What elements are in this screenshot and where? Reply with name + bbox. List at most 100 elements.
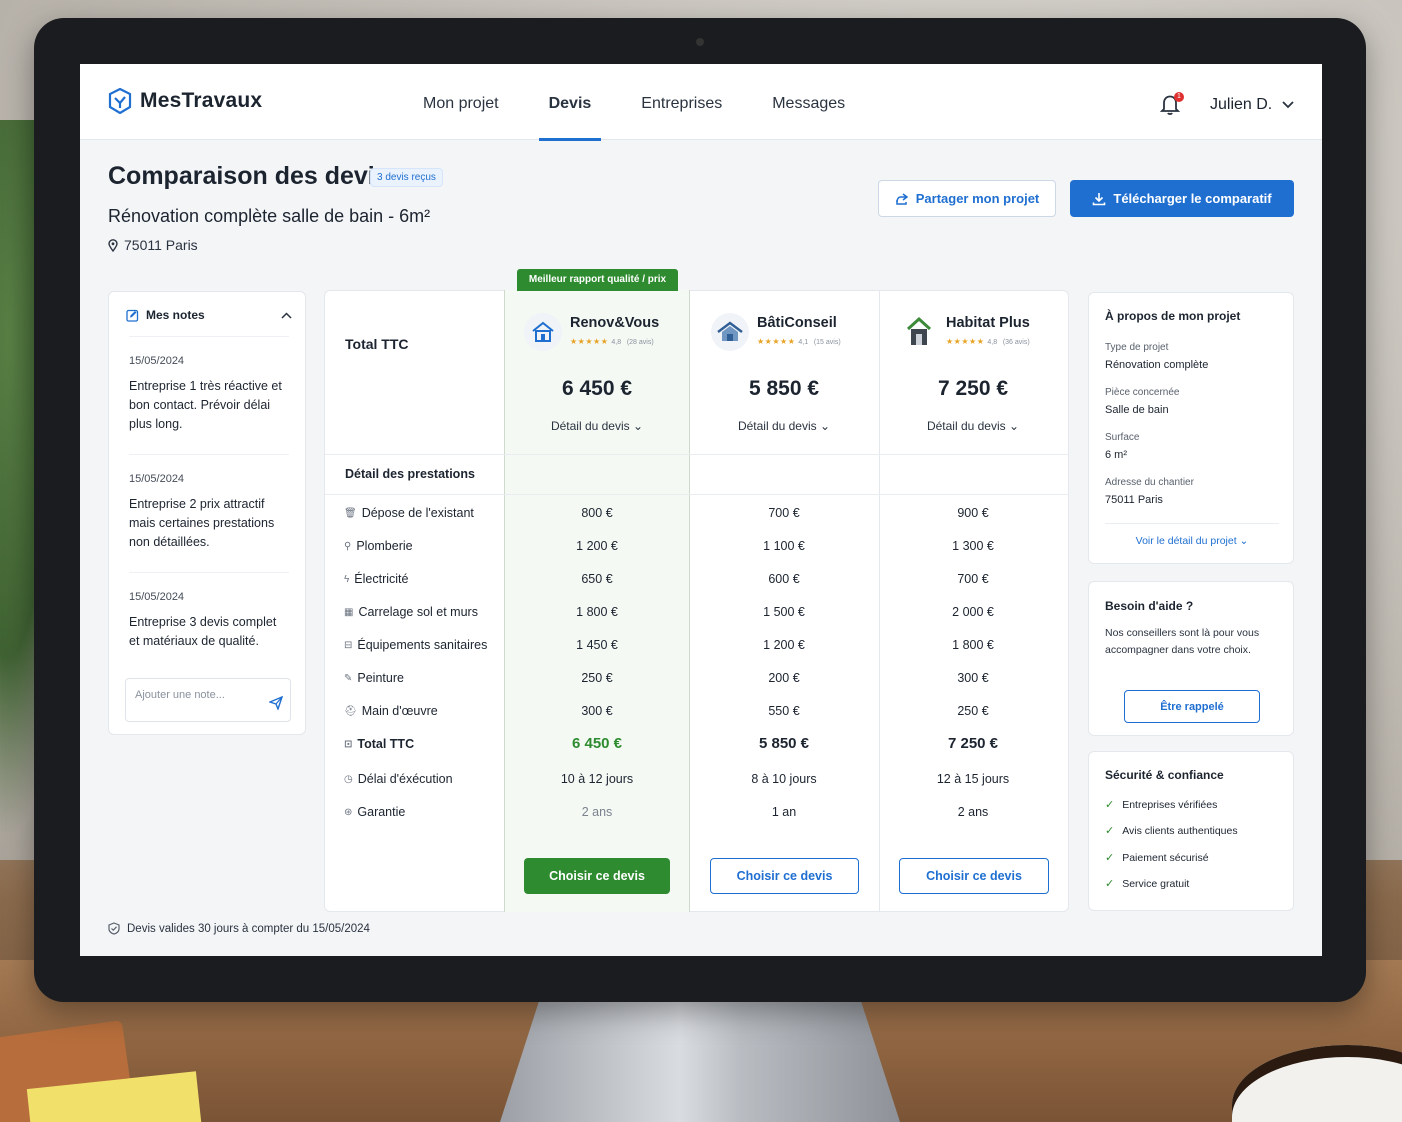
row-label: ✎ Peinture <box>344 671 404 685</box>
star-rating: ★★★★★ 4,8 (28 avis) <box>570 337 654 346</box>
star-rating: ★★★★★ 4,1 (15 avis) <box>757 337 841 346</box>
project-info-title: À propos de mon projet <box>1105 309 1241 323</box>
quote-detail-link[interactable]: Détail du devis ⌄ <box>691 419 877 433</box>
detail-link-label: Détail du devis <box>926 419 1006 433</box>
check-icon: ✓ <box>1105 825 1115 837</box>
validity-note: Devis valides 30 jours à compter du 15/0… <box>108 922 370 935</box>
detail-link-label: Détail du devis <box>550 419 630 433</box>
best-value-tag: Meilleur rapport qualité / prix <box>517 269 678 291</box>
price-cell: 200 € <box>768 671 800 685</box>
check-icon: ✓ <box>1105 878 1115 890</box>
price-cell: 900 € <box>957 506 989 520</box>
price-cell: 1 800 € <box>576 605 618 619</box>
review-count: (15 avis) <box>813 339 841 346</box>
row-label-text: Dépose de l'existant <box>361 506 474 520</box>
shield-icon: ⊛ <box>344 806 353 818</box>
callback-button[interactable]: Être rappelé <box>1124 690 1260 723</box>
services-detail-header: Détail des prestations <box>345 467 475 481</box>
row-label-text: Total TTC <box>357 737 415 751</box>
price-cell: 10 à 12 jours <box>560 772 634 786</box>
row-label-text: Délai d'éxécution <box>357 772 453 786</box>
chevron-down-icon: ⌄ <box>820 419 831 433</box>
vendor-name: Habitat Plus <box>946 315 1030 331</box>
row-divider <box>325 494 1069 495</box>
price-cell: 700 € <box>768 506 800 520</box>
price-cell: 650 € <box>581 572 613 586</box>
price-cell: 300 € <box>581 704 613 718</box>
trust-item: ✓ Entreprises vérifiées <box>1105 798 1217 812</box>
price-cell: 1 300 € <box>952 539 994 553</box>
price-cell: 1 200 € <box>763 638 805 652</box>
help-title: Besoin d'aide ? <box>1105 599 1194 613</box>
trust-item-label: Avis clients authentiques <box>1122 824 1238 837</box>
price-cell: 700 € <box>957 572 989 586</box>
field-value: Rénovation complète <box>1105 359 1209 371</box>
review-count: (28 avis) <box>626 339 654 346</box>
total-ttc-header: Total TTC <box>345 336 409 352</box>
row-label: ϟ Électricité <box>344 572 408 586</box>
price-cell: 1 500 € <box>763 605 805 619</box>
field-label: Surface <box>1105 432 1140 443</box>
price-cell: 300 € <box>957 671 989 685</box>
price-cell: 1 an <box>771 805 797 819</box>
price-cell: 250 € <box>957 704 989 718</box>
chevron-down-icon: ⌄ <box>1009 419 1020 433</box>
trust-item-label: Paiement sécurisé <box>1122 851 1209 864</box>
project-detail-label: Voir le détail du projet <box>1135 535 1237 547</box>
shield-check-icon <box>108 922 120 935</box>
validity-text: Devis valides 30 jours à compter du 15/0… <box>127 922 370 935</box>
trust-item: ✓ Paiement sécurisé <box>1105 851 1209 865</box>
worker-icon: ⛑ <box>344 705 357 717</box>
house-logo-icon <box>900 313 938 351</box>
vendor-price: 7 250 € <box>937 377 1009 400</box>
price-cell: 7 250 € <box>947 735 999 752</box>
price-cell: 8 à 10 jours <box>751 772 817 786</box>
row-label-text: Garantie <box>357 805 406 819</box>
vendor-price: 5 850 € <box>748 377 820 400</box>
rating-value: 4,8 <box>987 339 998 346</box>
price-cell: 250 € <box>581 671 613 685</box>
choose-quote-button-baticonseil[interactable]: Choisir ce devis <box>710 858 859 894</box>
price-cell: 550 € <box>768 704 800 718</box>
row-label-text: Carrelage sol et murs <box>358 605 478 619</box>
pipe-icon: ⚲ <box>344 540 352 552</box>
row-label: ⛑ Main d'œuvre <box>344 704 438 718</box>
field-label: Adresse du chantier <box>1105 477 1194 488</box>
row-label-text: Main d'œuvre <box>361 704 438 718</box>
row-label: ⚲ Plomberie <box>344 539 413 553</box>
price-cell: 1 100 € <box>763 539 805 553</box>
price-cell: 600 € <box>768 572 800 586</box>
chevron-down-icon: ⌄ <box>1239 535 1249 547</box>
chevron-down-icon: ⌄ <box>633 419 644 433</box>
quote-detail-link[interactable]: Détail du devis ⌄ <box>504 419 690 433</box>
row-label: ⊡ Total TTC <box>344 737 414 751</box>
comparison-area: Meilleur rapport qualité / prix Total TT… <box>80 64 1322 956</box>
project-detail-link[interactable]: Voir le détail du projet ⌄ <box>1089 535 1295 547</box>
choose-quote-button-renov-vous[interactable]: Choisir ce devis <box>524 858 670 894</box>
field-value: 6 m² <box>1105 449 1127 461</box>
monitor-stand <box>500 998 900 1122</box>
price-cell: 1 200 € <box>576 539 618 553</box>
price-cell: 12 à 15 jours <box>936 772 1010 786</box>
vendor-price: 6 450 € <box>561 377 633 400</box>
choose-quote-button-habitat-plus[interactable]: Choisir ce devis <box>899 858 1049 894</box>
field-value: Salle de bain <box>1105 404 1169 416</box>
lock-icon: ⊡ <box>344 738 353 750</box>
price-cell: 2 ans <box>581 805 613 819</box>
quote-detail-link[interactable]: Détail du devis ⌄ <box>880 419 1066 433</box>
clock-icon: ◷ <box>344 773 353 785</box>
price-cell: 800 € <box>581 506 613 520</box>
detail-link-label: Détail du devis <box>737 419 817 433</box>
check-icon: ✓ <box>1105 852 1115 864</box>
price-cell: 6 450 € <box>571 735 623 752</box>
field-label: Pièce concernée <box>1105 387 1180 398</box>
row-divider <box>325 454 1069 455</box>
rating-value: 4,1 <box>798 339 809 346</box>
row-label: ◷ Délai d'éxécution <box>344 772 453 786</box>
row-label-text: Électricité <box>354 572 409 586</box>
trust-panel: Sécurité & confiance ✓ Entreprises vérifi… <box>1088 751 1294 911</box>
price-cell: 2 ans <box>957 805 989 819</box>
bolt-icon: ϟ <box>344 573 350 585</box>
trust-item-label: Service gratuit <box>1122 877 1190 890</box>
row-label: ⊟ Équipements sanitaires <box>344 638 487 652</box>
